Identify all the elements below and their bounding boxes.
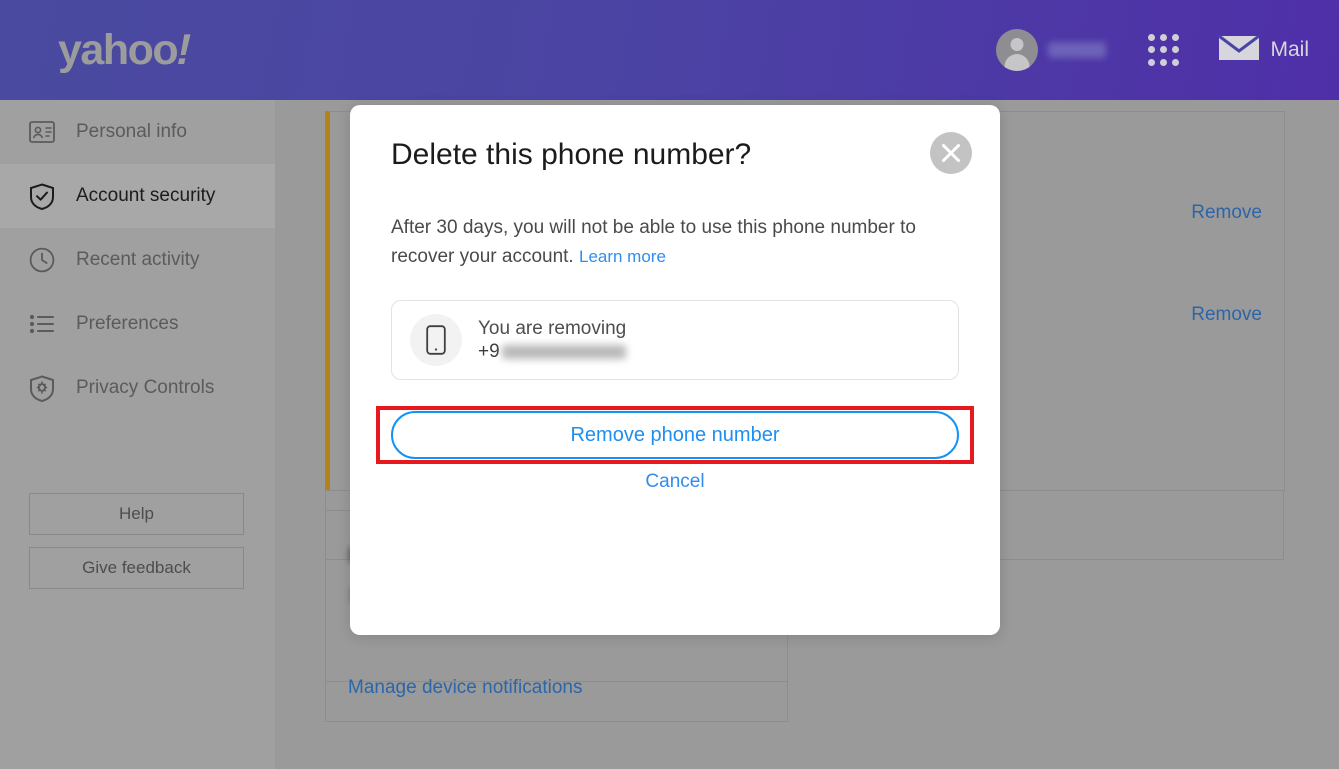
envelope-icon — [1218, 33, 1261, 68]
sidebar-item-account-security[interactable]: Account security — [0, 164, 275, 228]
cancel-button[interactable]: Cancel — [391, 471, 959, 493]
removing-phone-text: You are removing +9 — [478, 318, 626, 363]
grid-dot — [1172, 46, 1180, 54]
sidebar-item-label: Privacy Controls — [76, 377, 215, 398]
app-screen: yahoo! Mail Personal info Account securi… — [0, 0, 1339, 769]
grid-dot — [1147, 46, 1155, 54]
grid-dot — [1147, 34, 1155, 42]
remove-phone-number-button[interactable]: Remove phone number — [391, 411, 959, 459]
manage-device-notifications-link[interactable]: Manage device notifications — [348, 677, 582, 699]
remove-phone-link[interactable]: Remove — [1191, 202, 1262, 224]
removing-number: +9 — [478, 341, 626, 363]
sidebar-item-privacy-controls[interactable]: Privacy Controls — [0, 356, 275, 420]
sidebar-item-label: Personal info — [76, 121, 187, 142]
header-actions: Mail — [984, 0, 1319, 100]
grid-dot — [1159, 58, 1167, 66]
modal-body: After 30 days, you will not be able to u… — [391, 213, 951, 271]
grid-dot — [1172, 58, 1180, 66]
grid-dot — [1159, 46, 1167, 54]
delete-phone-modal: Delete this phone number? After 30 days,… — [350, 105, 1000, 635]
mobile-phone-icon — [410, 314, 462, 366]
sidebar-item-recent-activity[interactable]: Recent activity — [0, 228, 275, 292]
close-icon[interactable] — [930, 132, 972, 174]
removing-phone-box: You are removing +9 — [391, 300, 959, 380]
removing-number-prefix: +9 — [478, 340, 500, 362]
sidebar-item-personal-info[interactable]: Personal info — [0, 100, 275, 164]
logo-text: yahoo — [58, 26, 179, 74]
mail-label: Mail — [1270, 38, 1309, 61]
grid-dot — [1159, 34, 1167, 42]
sidebar-item-preferences[interactable]: Preferences — [0, 292, 275, 356]
top-header: yahoo! Mail — [0, 0, 1339, 100]
removing-label: You are removing — [478, 317, 627, 339]
grid-apps-icon[interactable] — [1146, 33, 1180, 67]
shield-check-icon — [28, 182, 56, 210]
sidebar-item-label: Account security — [76, 185, 216, 206]
learn-more-link[interactable]: Learn more — [579, 247, 666, 266]
contact-card-icon — [28, 118, 56, 146]
remove-phone-link[interactable]: Remove — [1191, 304, 1262, 326]
clock-icon — [28, 246, 56, 274]
give-feedback-button[interactable]: Give feedback — [29, 547, 244, 589]
grid-dot — [1172, 34, 1180, 42]
user-menu[interactable] — [984, 20, 1118, 80]
sidebar-item-label: Preferences — [76, 313, 179, 334]
list-icon — [28, 310, 56, 338]
username-masked — [1048, 42, 1107, 58]
help-button[interactable]: Help — [29, 493, 244, 535]
sidebar-buttons: Help Give feedback — [29, 493, 244, 601]
shield-gear-icon — [28, 374, 56, 402]
sidebar: Personal info Account security Recent ac… — [0, 100, 275, 769]
devices-card-footer: Manage device notifications — [325, 654, 788, 722]
avatar-icon — [996, 29, 1039, 71]
mail-link[interactable]: Mail — [1208, 20, 1319, 80]
modal-title: Delete this phone number? — [391, 138, 752, 171]
yahoo-logo[interactable]: yahoo! — [58, 22, 195, 78]
grid-dot — [1147, 58, 1155, 66]
removing-number-masked — [501, 344, 626, 359]
sidebar-item-label: Recent activity — [76, 249, 200, 270]
